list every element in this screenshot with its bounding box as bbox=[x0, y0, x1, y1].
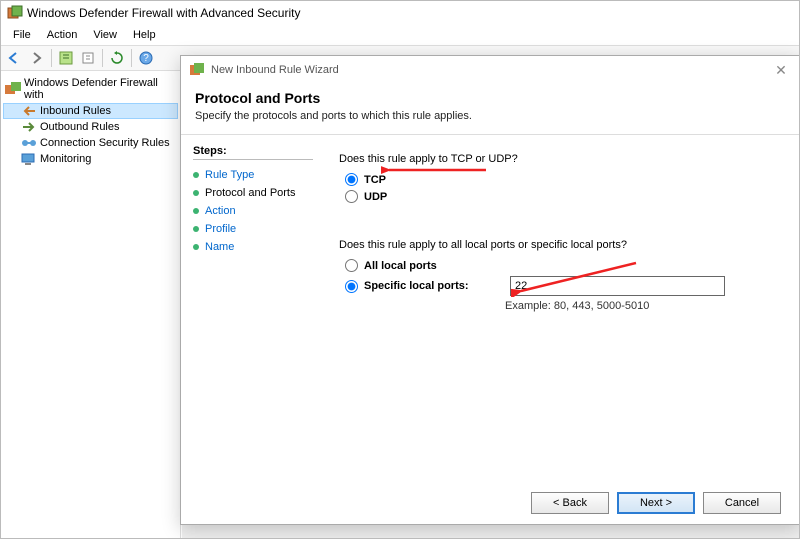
wizard-titlebar: New Inbound Rule Wizard ✕ bbox=[181, 56, 799, 84]
radio-udp[interactable] bbox=[345, 190, 358, 203]
svg-text:?: ? bbox=[143, 53, 149, 64]
toolbar-sep2 bbox=[102, 49, 103, 67]
app-icon bbox=[7, 5, 23, 21]
question-ports: Does this rule apply to all local ports … bbox=[339, 239, 781, 251]
radio-tcp[interactable] bbox=[345, 173, 358, 186]
menu-action[interactable]: Action bbox=[39, 27, 86, 43]
radio-tcp-row: TCP bbox=[339, 173, 781, 186]
tree-item-label: Monitoring bbox=[40, 153, 91, 165]
radio-all-ports-row: All local ports bbox=[339, 259, 781, 272]
wizard-content: Does this rule apply to TCP or UDP? TCP … bbox=[321, 135, 799, 479]
nav-tree: Windows Defender Firewall with Inbound R… bbox=[1, 71, 181, 538]
tree-item-connection-security[interactable]: Connection Security Rules bbox=[3, 135, 178, 151]
wizard-header: Protocol and Ports Specify the protocols… bbox=[181, 84, 799, 135]
tree-item-monitoring[interactable]: Monitoring bbox=[3, 151, 178, 167]
refresh-icon[interactable] bbox=[107, 48, 127, 68]
wizard-heading: Protocol and Ports bbox=[195, 90, 785, 106]
step-profile[interactable]: Profile bbox=[193, 220, 313, 238]
back-button[interactable]: < Back bbox=[531, 492, 609, 514]
step-label: Rule Type bbox=[205, 169, 254, 181]
toolbar-sep3 bbox=[131, 49, 132, 67]
tree-root[interactable]: Windows Defender Firewall with bbox=[3, 75, 178, 103]
tree-root-label: Windows Defender Firewall with bbox=[24, 77, 176, 101]
steps-label: Steps: bbox=[193, 145, 313, 160]
radio-all-ports[interactable] bbox=[345, 259, 358, 272]
wizard-subheading: Specify the protocols and ports to which… bbox=[195, 110, 785, 122]
radio-specific-ports-label: Specific local ports: bbox=[364, 280, 504, 292]
app-title: Windows Defender Firewall with Advanced … bbox=[27, 6, 300, 20]
menu-help[interactable]: Help bbox=[125, 27, 164, 43]
radio-tcp-label: TCP bbox=[364, 174, 386, 186]
step-label: Protocol and Ports bbox=[205, 187, 296, 199]
step-action[interactable]: Action bbox=[193, 202, 313, 220]
radio-specific-ports-row: Specific local ports: bbox=[339, 276, 781, 296]
forward-icon[interactable] bbox=[27, 48, 47, 68]
wizard-title: New Inbound Rule Wizard bbox=[211, 64, 339, 76]
step-label: Name bbox=[205, 241, 234, 253]
export-icon[interactable] bbox=[78, 48, 98, 68]
close-icon[interactable]: ✕ bbox=[771, 62, 791, 79]
specific-ports-input[interactable] bbox=[510, 276, 725, 296]
titlebar: Windows Defender Firewall with Advanced … bbox=[1, 1, 799, 25]
wizard-dialog: New Inbound Rule Wizard ✕ Protocol and P… bbox=[180, 55, 800, 525]
radio-udp-label: UDP bbox=[364, 191, 387, 203]
radio-specific-ports[interactable] bbox=[345, 280, 358, 293]
step-rule-type[interactable]: Rule Type bbox=[193, 166, 313, 184]
ports-example: Example: 80, 443, 5000-5010 bbox=[505, 300, 781, 312]
step-label: Profile bbox=[205, 223, 236, 235]
wizard-icon bbox=[189, 62, 205, 78]
tree-item-label: Outbound Rules bbox=[40, 121, 120, 133]
next-button[interactable]: Next > bbox=[617, 492, 695, 514]
menu-file[interactable]: File bbox=[5, 27, 39, 43]
firewall-icon bbox=[5, 82, 21, 96]
cancel-button[interactable]: Cancel bbox=[703, 492, 781, 514]
filter-icon[interactable] bbox=[56, 48, 76, 68]
tree-item-outbound-rules[interactable]: Outbound Rules bbox=[3, 119, 178, 135]
help-icon[interactable]: ? bbox=[136, 48, 156, 68]
question-protocol: Does this rule apply to TCP or UDP? bbox=[339, 153, 781, 165]
menu-view[interactable]: View bbox=[85, 27, 125, 43]
step-protocol-ports[interactable]: Protocol and Ports bbox=[193, 184, 313, 202]
tree-item-label: Inbound Rules bbox=[40, 105, 111, 117]
step-name[interactable]: Name bbox=[193, 238, 313, 256]
toolbar-sep bbox=[51, 49, 52, 67]
step-label: Action bbox=[205, 205, 236, 217]
wizard-steps: Steps: Rule Type Protocol and Ports Acti… bbox=[181, 135, 321, 479]
radio-udp-row: UDP bbox=[339, 190, 781, 203]
monitoring-icon bbox=[21, 152, 37, 166]
tree-item-inbound-rules[interactable]: Inbound Rules bbox=[3, 103, 178, 119]
radio-all-ports-label: All local ports bbox=[364, 260, 437, 272]
back-icon[interactable] bbox=[5, 48, 25, 68]
tree-item-label: Connection Security Rules bbox=[40, 137, 170, 149]
outbound-icon bbox=[21, 120, 37, 134]
wizard-footer: < Back Next > Cancel bbox=[181, 479, 799, 527]
inbound-icon bbox=[21, 104, 37, 118]
connection-icon bbox=[21, 136, 37, 150]
menubar: File Action View Help bbox=[1, 25, 799, 45]
